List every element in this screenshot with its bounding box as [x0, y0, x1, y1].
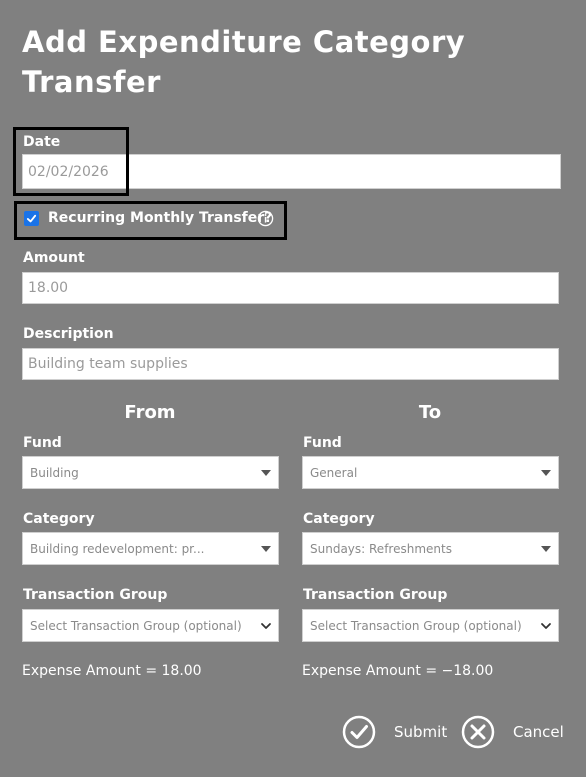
submit-label: Submit — [394, 723, 448, 741]
to-heading: To — [418, 402, 442, 423]
cancel-button[interactable]: Cancel — [461, 715, 564, 749]
recurring-highlight-box — [14, 201, 287, 240]
caret-down-icon — [261, 545, 271, 552]
chevron-down-icon — [261, 622, 271, 629]
from-expense-amount: Expense Amount = 18.00 — [22, 663, 202, 679]
chevron-down-icon — [541, 622, 551, 629]
to-group-value: Select Transaction Group (optional) — [310, 618, 522, 633]
to-group-label: Transaction Group — [303, 587, 448, 603]
from-category-select[interactable]: Building redevelopment: pr... — [22, 532, 279, 565]
from-fund-value: Building — [30, 465, 79, 480]
to-fund-label: Fund — [303, 435, 342, 451]
to-category-select[interactable]: Sundays: Refreshments — [302, 532, 559, 565]
submit-button[interactable]: Submit — [342, 715, 447, 749]
amount-value: 18.00 — [28, 280, 69, 296]
amount-input[interactable]: 18.00 — [22, 272, 559, 304]
from-category-label: Category — [23, 511, 95, 527]
cancel-label: Cancel — [513, 723, 564, 741]
caret-down-icon — [541, 545, 551, 552]
caret-down-icon — [261, 469, 271, 476]
from-group-select[interactable]: Select Transaction Group (optional) — [22, 609, 279, 642]
to-category-label: Category — [303, 511, 375, 527]
from-heading: From — [124, 402, 176, 423]
from-group-label: Transaction Group — [23, 587, 168, 603]
to-category-value: Sundays: Refreshments — [310, 541, 452, 556]
description-value: Building team supplies — [28, 356, 188, 372]
to-fund-select[interactable]: General — [302, 456, 559, 489]
x-circle-icon — [461, 715, 495, 749]
caret-down-icon — [541, 469, 551, 476]
amount-label: Amount — [23, 250, 85, 266]
from-fund-select[interactable]: Building — [22, 456, 279, 489]
dialog-title: Add Expenditure Category Transfer — [22, 25, 466, 99]
to-fund-value: General — [310, 465, 358, 480]
to-expense-amount: Expense Amount = −18.00 — [302, 663, 494, 679]
from-fund-label: Fund — [23, 435, 62, 451]
to-group-select[interactable]: Select Transaction Group (optional) — [302, 609, 559, 642]
from-category-value: Building redevelopment: pr... — [30, 541, 205, 556]
date-highlight-box — [13, 127, 129, 196]
check-circle-icon — [342, 715, 376, 749]
description-input[interactable]: Building team supplies — [22, 348, 559, 380]
description-label: Description — [23, 326, 114, 342]
from-group-value: Select Transaction Group (optional) — [30, 618, 242, 633]
